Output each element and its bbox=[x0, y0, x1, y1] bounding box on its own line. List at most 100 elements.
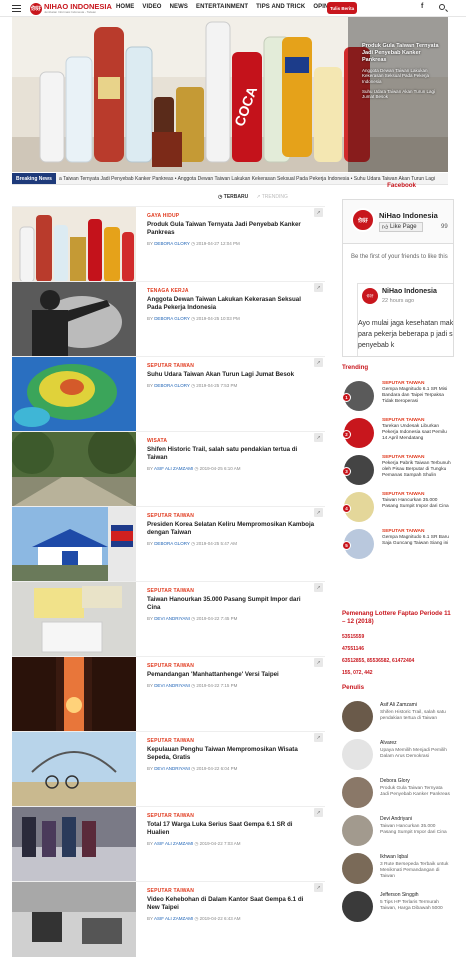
trending-title-text[interactable]: Pekerja Pabrik Taiwan Terbunuh oleh Pisa… bbox=[382, 461, 452, 478]
share-icon[interactable]: ↗ bbox=[314, 283, 323, 292]
article-title[interactable]: Pemandangan 'Manhattanhenge' Versi Taipe… bbox=[147, 671, 315, 679]
article-thumbnail[interactable] bbox=[12, 582, 136, 657]
article-title[interactable]: Suhu Udara Taiwan Akan Turun Lagi Jumat … bbox=[147, 371, 315, 379]
article-author[interactable]: DEVI ANDRIYANI bbox=[154, 683, 190, 688]
trending-category[interactable]: SEPUTAR TAIWAN bbox=[382, 455, 452, 460]
avatar[interactable] bbox=[342, 777, 373, 808]
article-thumbnail[interactable] bbox=[12, 657, 136, 732]
article-author[interactable]: DEBORA GLORY bbox=[154, 541, 190, 546]
share-icon[interactable]: ↗ bbox=[314, 208, 323, 217]
facebook-post-time[interactable]: 22 hours ago bbox=[382, 298, 414, 304]
article-thumbnail[interactable] bbox=[12, 882, 136, 957]
menu-video[interactable]: VIDEO bbox=[142, 4, 161, 10]
menu-icon[interactable] bbox=[12, 5, 21, 12]
writer-latest[interactable]: Shifen Historic Trail, salah satu pendak… bbox=[380, 710, 452, 722]
list-item[interactable]: SEPUTAR TAIWAN Video Kehebohan di Dalam … bbox=[12, 881, 325, 957]
trending-category[interactable]: SEPUTAR TAIWAN bbox=[382, 418, 452, 423]
menu-tips[interactable]: TIPS AND TRICK bbox=[256, 4, 305, 10]
share-icon[interactable]: ↗ bbox=[314, 508, 323, 517]
article-category[interactable]: SEPUTAR TAIWAN bbox=[147, 513, 315, 519]
list-item[interactable]: GAYA HIDUP Produk Gula Taiwan Ternyata J… bbox=[12, 206, 325, 282]
list-item[interactable]: SEPUTAR TAIWAN Presiden Korea Selatan Ke… bbox=[12, 506, 325, 582]
site-logo[interactable]: 你好 NIHAO INDONESIA Jembatan Informasi In… bbox=[30, 2, 112, 15]
writer-item[interactable]: Asif Ali Zamzami Shifen Historic Trail, s… bbox=[342, 701, 454, 739]
article-title[interactable]: Taiwan Hanourkan 35.000 Pasang Sumpit Im… bbox=[147, 596, 315, 612]
article-title[interactable]: Kepulauan Penghu Taiwan Mempromosikan Wi… bbox=[147, 746, 315, 762]
article-category[interactable]: SEPUTAR TAIWAN bbox=[147, 813, 315, 819]
article-author[interactable]: DEVI ANDRIYANI bbox=[154, 766, 190, 771]
article-category[interactable]: TENAGA KERJA bbox=[147, 288, 315, 294]
facebook-page-avatar[interactable]: 你好 bbox=[351, 208, 375, 232]
article-category[interactable]: SEPUTAR TAIWAN bbox=[147, 363, 315, 369]
article-category[interactable]: SEPUTAR TAIWAN bbox=[147, 738, 315, 744]
article-category[interactable]: SEPUTAR TAIWAN bbox=[147, 888, 315, 894]
share-icon[interactable]: ↗ bbox=[314, 808, 323, 817]
writer-name[interactable]: Devi Andriyani bbox=[380, 816, 452, 822]
article-author[interactable]: DEBORA GLORY bbox=[154, 241, 190, 246]
article-author[interactable]: ASIF ALI ZAMZAMI bbox=[154, 916, 193, 921]
facebook-icon[interactable]: f bbox=[421, 3, 423, 10]
trending-item[interactable]: 3 SEPUTAR TAIWAN Pekerja Pabrik Taiwan Te… bbox=[342, 455, 454, 492]
trending-item[interactable]: 5 SEPUTAR TAIWAN Gempa Magnitudo 6.1 SR B… bbox=[342, 529, 454, 566]
writer-item[interactable]: Jefferson Singgih 5 Tips HP Terlaris Term… bbox=[342, 891, 454, 929]
facebook-post-name[interactable]: NiHao Indonesia bbox=[382, 288, 437, 295]
article-author[interactable]: ASIF ALI ZAMZAMI bbox=[154, 466, 193, 471]
trending-item[interactable]: 4 SEPUTAR TAIWAN Taiwan Hancurkan 35.000 … bbox=[342, 492, 454, 529]
article-title[interactable]: Anggota Dewan Taiwan Lakukan Kekerasan S… bbox=[147, 296, 315, 312]
hero-side-headline[interactable]: Produk Gula Taiwan Ternyata Jadi Penyeba… bbox=[362, 43, 444, 64]
writer-item[interactable]: Debora Glory Produk Gula Taiwan Ternyata … bbox=[342, 777, 454, 815]
article-author[interactable]: DEBORA GLORY bbox=[154, 383, 190, 388]
hero-side-second[interactable]: Anggota Dewan Taiwan Lakukan Kekerasan S… bbox=[362, 68, 444, 85]
writer-name[interactable]: Alvarez bbox=[380, 740, 452, 746]
hero-side-third[interactable]: Suhu Udara Taiwan Akan Turun Lagi Jumat … bbox=[362, 89, 444, 100]
share-icon[interactable]: ↗ bbox=[314, 658, 323, 667]
menu-entertainment[interactable]: ENTERTAINMENT bbox=[196, 4, 248, 10]
trending-category[interactable]: SEPUTAR TAIWAN bbox=[382, 381, 452, 386]
avatar[interactable] bbox=[342, 701, 373, 732]
article-thumbnail[interactable] bbox=[12, 732, 136, 807]
article-category[interactable]: GAYA HIDUP bbox=[147, 213, 315, 219]
search-icon[interactable] bbox=[439, 4, 445, 10]
writer-item[interactable]: Devi Andriyani Taiwan Hancurkan 35.000 Pa… bbox=[342, 815, 454, 853]
share-icon[interactable]: ↗ bbox=[314, 733, 323, 742]
share-icon[interactable]: ↗ bbox=[314, 883, 323, 892]
menu-news[interactable]: NEWS bbox=[170, 4, 188, 10]
trending-title-text[interactable]: Tarekan Undesak Liburkan Pekerja Indones… bbox=[382, 424, 452, 441]
facebook-post[interactable]: 你好 NiHao Indonesia 22 hours ago Ayo mula… bbox=[357, 283, 453, 356]
list-item[interactable]: WISATA Shifen Historic Trail, salah satu… bbox=[12, 431, 325, 507]
writer-latest[interactable]: 3 Rute Bersepeda Terbaik untuk Menikmati… bbox=[380, 862, 452, 879]
article-category[interactable]: SEPUTAR TAIWAN bbox=[147, 588, 315, 594]
article-title[interactable]: Total 17 Warga Luka Serius Saat Gempa 6.… bbox=[147, 821, 315, 837]
article-title[interactable]: Video Kehebohan di Dalam Kantor Saat Gem… bbox=[147, 896, 315, 912]
article-thumbnail[interactable] bbox=[12, 207, 136, 282]
tab-trending[interactable]: ↗ TRENDING bbox=[256, 194, 288, 200]
facebook-like-button[interactable]: 👍︎ Like Page bbox=[379, 222, 423, 232]
avatar[interactable] bbox=[342, 739, 373, 770]
share-icon[interactable]: ↗ bbox=[314, 358, 323, 367]
hero-slider[interactable]: COCA Produk Gula Taiwan Ternyata Jadi Pe… bbox=[12, 17, 448, 172]
facebook-post-avatar[interactable]: 你好 bbox=[362, 288, 378, 304]
article-thumbnail[interactable] bbox=[12, 282, 136, 357]
list-item[interactable]: SEPUTAR TAIWAN Pemandangan 'Manhattanhen… bbox=[12, 656, 325, 732]
menu-home[interactable]: HOME bbox=[116, 4, 134, 10]
trending-item[interactable]: 2 SEPUTAR TAIWAN Tarekan Undesak Liburkan… bbox=[342, 418, 454, 455]
write-news-button[interactable]: Tulis Berita bbox=[327, 2, 358, 14]
article-thumbnail[interactable] bbox=[12, 807, 136, 882]
trending-title-text[interactable]: Gempa Magnitudo 6.1 SR Misi Bandara dan … bbox=[382, 387, 452, 404]
list-item[interactable]: SEPUTAR TAIWAN Suhu Udara Taiwan Akan Tu… bbox=[12, 356, 325, 432]
article-title[interactable]: Produk Gula Taiwan Ternyata Jadi Penyeba… bbox=[147, 221, 315, 237]
article-title[interactable]: Presiden Korea Selatan Keliru Mempromosi… bbox=[147, 521, 315, 537]
avatar[interactable] bbox=[342, 815, 373, 846]
article-author[interactable]: ASIF ALI ZAMZAMI bbox=[154, 841, 193, 846]
writer-latest[interactable]: Upaya Memilih Menjadi Pemilih Dalam Arus… bbox=[380, 748, 452, 760]
article-author[interactable]: DEBORA GLORY bbox=[154, 316, 190, 321]
facebook-page-name[interactable]: NiHao Indonesia bbox=[379, 211, 438, 220]
article-author[interactable]: DEVI ANDRIYANI bbox=[154, 616, 190, 621]
writer-latest[interactable]: 5 Tips HP Terlaris Termurah Taiwan, Harg… bbox=[380, 900, 452, 912]
article-category[interactable]: WISATA bbox=[147, 438, 315, 444]
list-item[interactable]: TENAGA KERJA Anggota Dewan Taiwan Lakuka… bbox=[12, 281, 325, 357]
article-thumbnail[interactable] bbox=[12, 507, 136, 582]
trending-title-text[interactable]: Taiwan Hancurkan 35.000 Pasang Sumpit Im… bbox=[382, 498, 452, 510]
list-item[interactable]: SEPUTAR TAIWAN Total 17 Warga Luka Seriu… bbox=[12, 806, 325, 882]
trending-category[interactable]: SEPUTAR TAIWAN bbox=[382, 529, 452, 534]
